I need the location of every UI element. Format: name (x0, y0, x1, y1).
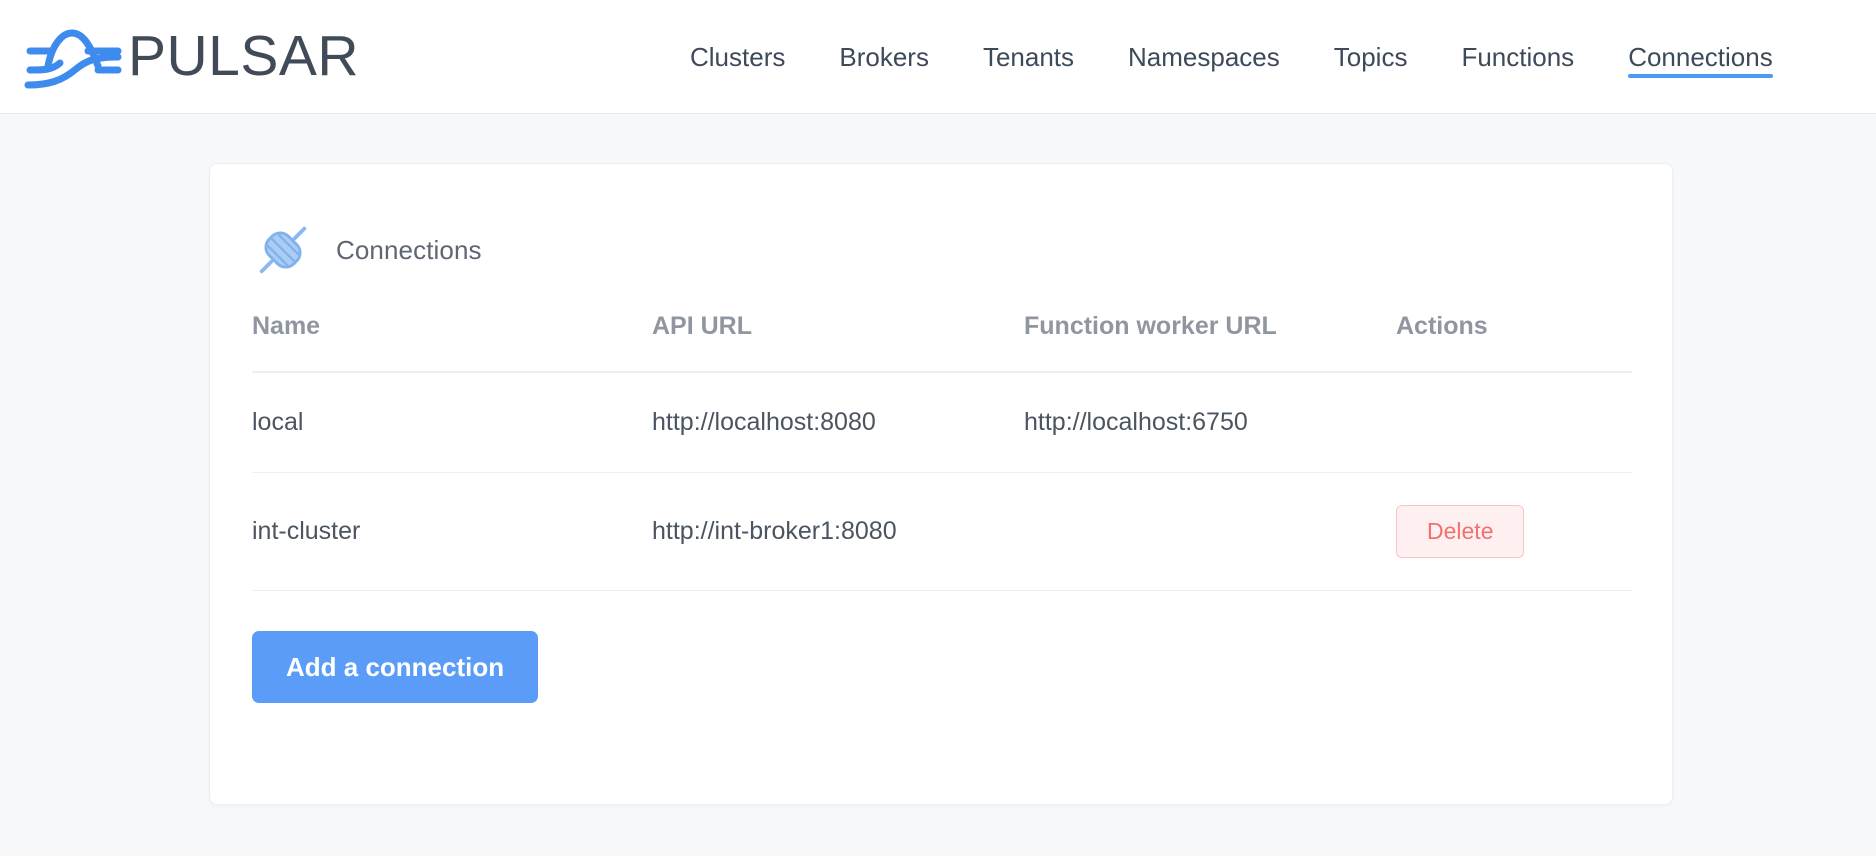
nav-item-namespaces[interactable]: Namespaces (1101, 0, 1307, 114)
cell-api-url: http://localhost:8080 (652, 372, 1024, 473)
plug-connector-icon (259, 226, 307, 274)
nav-item-functions[interactable]: Functions (1434, 0, 1601, 114)
table-body: local http://localhost:8080 http://local… (252, 372, 1632, 591)
cell-name: int-cluster (252, 472, 652, 591)
cell-function-worker-url: http://localhost:6750 (1024, 372, 1396, 473)
nav-item-tenants[interactable]: Tenants (956, 0, 1101, 114)
cell-actions: Delete (1396, 472, 1632, 591)
card-footer: Add a connection (210, 591, 1672, 704)
page-body: Connections Name API URL Function worker… (0, 114, 1876, 856)
nav-item-connections[interactable]: Connections (1601, 0, 1801, 114)
column-header-name: Name (252, 306, 652, 373)
delete-button[interactable]: Delete (1396, 504, 1525, 558)
card-header: Connections (210, 164, 1672, 284)
app-header: PULSAR Clusters Brokers Tenants Namespac… (0, 0, 1876, 114)
column-header-function-worker-url: Function worker URL (1024, 306, 1396, 373)
nav-item-topics[interactable]: Topics (1307, 0, 1435, 114)
pulsar-wave-logo-icon (24, 28, 122, 88)
cell-api-url: http://int-broker1:8080 (652, 472, 1024, 591)
nav-item-brokers[interactable]: Brokers (812, 0, 956, 114)
column-header-actions: Actions (1396, 306, 1632, 373)
connections-card: Connections Name API URL Function worker… (209, 163, 1673, 805)
card-title: Connections (336, 234, 482, 265)
table-header: Name API URL Function worker URL Actions (252, 306, 1632, 373)
connections-table: Name API URL Function worker URL Actions… (252, 306, 1632, 591)
cell-name: local (252, 372, 652, 473)
cell-actions (1396, 372, 1632, 473)
brand-logo[interactable]: PULSAR (22, 21, 359, 93)
brand-name: PULSAR (128, 24, 360, 88)
table-header-row: Name API URL Function worker URL Actions (252, 306, 1632, 373)
column-header-api-url: API URL (652, 306, 1024, 373)
add-connection-button[interactable]: Add a connection (252, 630, 539, 704)
main-nav: Clusters Brokers Tenants Namespaces Topi… (663, 0, 1801, 114)
cell-function-worker-url (1024, 472, 1396, 591)
nav-item-clusters[interactable]: Clusters (663, 0, 812, 114)
table-row[interactable]: local http://localhost:8080 http://local… (252, 372, 1632, 473)
table-row[interactable]: int-cluster http://int-broker1:8080 Dele… (252, 472, 1632, 591)
